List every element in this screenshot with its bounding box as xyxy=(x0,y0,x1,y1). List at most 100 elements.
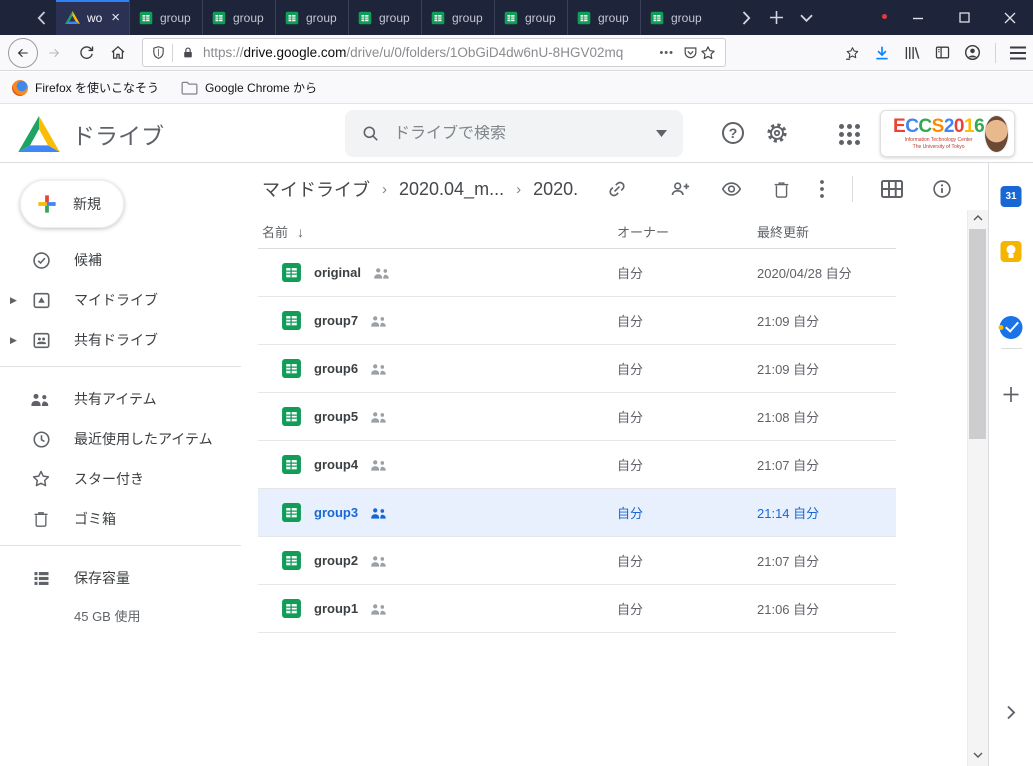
tab-close-icon[interactable]: × xyxy=(111,10,120,25)
window-close-button[interactable] xyxy=(987,0,1033,35)
tab-group-5[interactable]: group xyxy=(421,0,494,35)
column-header-name[interactable]: 名前↓ xyxy=(258,222,617,241)
table-row[interactable]: group7 自分 21:09 自分 xyxy=(258,297,896,345)
window-minimize-button[interactable] xyxy=(895,0,941,35)
bookmark-star-icon[interactable] xyxy=(699,44,717,62)
page-actions-button[interactable]: ••• xyxy=(659,47,674,59)
tab-group-4[interactable]: group xyxy=(348,0,421,35)
expand-arrow-icon[interactable]: ▶ xyxy=(10,335,17,346)
sheets-file-icon xyxy=(281,406,302,427)
drive-search-bar[interactable] xyxy=(345,110,683,157)
column-header-modified[interactable]: 最終更新 xyxy=(757,222,896,241)
sidebar-item-my-drive[interactable]: ▶ マイドライブ xyxy=(0,280,241,320)
table-row[interactable]: group6 自分 21:09 自分 xyxy=(258,345,896,393)
scrollbar-up-button[interactable] xyxy=(967,210,988,225)
settings-button[interactable] xyxy=(765,121,789,145)
file-modified: 21:07 自分 xyxy=(757,455,896,474)
table-row[interactable]: group1 自分 21:06 自分 xyxy=(258,585,896,633)
new-button[interactable]: 新規 xyxy=(20,180,124,228)
search-icon[interactable] xyxy=(361,124,380,143)
new-tab-button[interactable] xyxy=(761,0,791,35)
divider xyxy=(0,545,241,546)
tab-group-8[interactable]: group xyxy=(640,0,713,35)
preview-eye-icon[interactable] xyxy=(719,178,744,200)
sheets-favicon xyxy=(650,11,664,25)
get-link-icon[interactable] xyxy=(606,178,628,200)
forward-button[interactable] xyxy=(38,37,70,69)
tab-scroll-right-button[interactable] xyxy=(731,0,761,35)
bookmark-folder-chrome[interactable]: Google Chrome から xyxy=(181,79,317,96)
account-icon[interactable] xyxy=(963,43,982,62)
hide-side-panel-button[interactable] xyxy=(1007,705,1016,720)
sort-descending-icon[interactable]: ↓ xyxy=(297,224,304,240)
table-row-selected[interactable]: group3 自分 21:14 自分 xyxy=(258,489,896,537)
scrollbar-thumb[interactable] xyxy=(969,229,986,439)
drive-logo[interactable]: ドライブ xyxy=(18,116,164,152)
my-drive-icon xyxy=(31,290,52,311)
sidebar-item-priority[interactable]: 候補 xyxy=(0,240,241,280)
tab-drive-active[interactable]: wo × xyxy=(56,0,129,35)
table-row[interactable]: group2 自分 21:07 自分 xyxy=(258,537,896,585)
sidebar-item-recent[interactable]: 最近使用したアイテム xyxy=(0,419,241,459)
search-options-caret-icon[interactable] xyxy=(656,130,667,137)
menu-icon[interactable] xyxy=(1009,46,1027,60)
window-maximize-button[interactable] xyxy=(941,0,987,35)
file-modified: 21:06 自分 xyxy=(757,599,896,618)
sidebar-item-trash[interactable]: ゴミ箱 xyxy=(0,499,241,539)
info-icon[interactable] xyxy=(931,178,953,200)
account-badge[interactable]: ECCS2016 Information Technology Center T… xyxy=(880,110,1015,157)
url-text[interactable]: https://drive.google.com/drive/u/0/folde… xyxy=(203,45,651,60)
home-button[interactable] xyxy=(102,37,134,69)
sidebar-toggle-icon[interactable] xyxy=(933,44,952,61)
sidebar-item-starred[interactable]: スター付き xyxy=(0,459,241,499)
tab-title: group xyxy=(160,11,193,25)
grid-view-icon[interactable] xyxy=(880,179,904,199)
file-owner: 自分 xyxy=(617,551,757,570)
sidebar-item-storage[interactable]: 保存容量 xyxy=(0,558,241,598)
file-modified: 21:08 自分 xyxy=(757,407,896,426)
scrollbar-down-button[interactable] xyxy=(967,747,988,762)
breadcrumb-folder-2[interactable]: 2020. xyxy=(533,179,578,200)
tab-group-6[interactable]: group xyxy=(494,0,567,35)
calendar-icon[interactable]: 31 xyxy=(1001,186,1022,207)
eccs-subtext-1: Information Technology Center xyxy=(905,138,973,143)
tab-list-dropdown-button[interactable] xyxy=(791,0,821,35)
search-input[interactable] xyxy=(394,125,642,143)
keep-icon[interactable] xyxy=(1001,241,1022,262)
library-icon[interactable] xyxy=(902,44,922,62)
column-header-owner[interactable]: オーナー xyxy=(617,222,757,241)
tab-scroll-left-button[interactable] xyxy=(26,0,56,35)
expand-arrow-icon[interactable]: ▶ xyxy=(10,295,17,306)
sidebar-item-shared-with-me[interactable]: 共有アイテム xyxy=(0,379,241,419)
tasks-icon[interactable] xyxy=(1000,316,1023,339)
share-add-person-icon[interactable] xyxy=(668,178,692,200)
more-options-icon[interactable] xyxy=(819,179,825,199)
tab-group-7[interactable]: group xyxy=(567,0,640,35)
breadcrumb-my-drive[interactable]: マイドライブ xyxy=(262,176,370,202)
apps-grid-button[interactable] xyxy=(839,124,860,145)
pocket-icon[interactable] xyxy=(682,45,699,61)
whats-new-star-icon[interactable] xyxy=(843,43,862,62)
eccs-logo: ECCS2016 Information Technology Center T… xyxy=(893,117,984,150)
back-button[interactable] xyxy=(8,38,38,68)
tab-group-2[interactable]: group xyxy=(202,0,275,35)
breadcrumb-folder-1[interactable]: 2020.04_m... xyxy=(399,179,504,200)
delete-trash-icon[interactable] xyxy=(771,179,792,200)
sidebar-item-shared-drives[interactable]: ▶ 共有ドライブ xyxy=(0,320,241,360)
reload-button[interactable] xyxy=(70,37,102,69)
table-row[interactable]: original 自分 2020/04/28 自分 xyxy=(258,249,896,297)
tab-group-1[interactable]: group xyxy=(129,0,202,35)
sheets-file-icon xyxy=(281,358,302,379)
downloads-icon[interactable] xyxy=(873,44,891,62)
avatar[interactable] xyxy=(984,115,1009,153)
divider xyxy=(852,176,853,202)
table-row[interactable]: group5 自分 21:08 自分 xyxy=(258,393,896,441)
url-bar[interactable]: https://drive.google.com/drive/u/0/folde… xyxy=(142,38,726,67)
help-button[interactable]: ? xyxy=(722,122,744,144)
add-panel-app-button[interactable] xyxy=(1003,386,1020,403)
chevron-right-icon xyxy=(1007,705,1016,720)
table-row[interactable]: group4 自分 21:07 自分 xyxy=(258,441,896,489)
bookmark-firefox[interactable]: Firefox を使いこなそう xyxy=(12,79,159,96)
scrollbar[interactable] xyxy=(967,163,988,766)
tab-group-3[interactable]: group xyxy=(275,0,348,35)
